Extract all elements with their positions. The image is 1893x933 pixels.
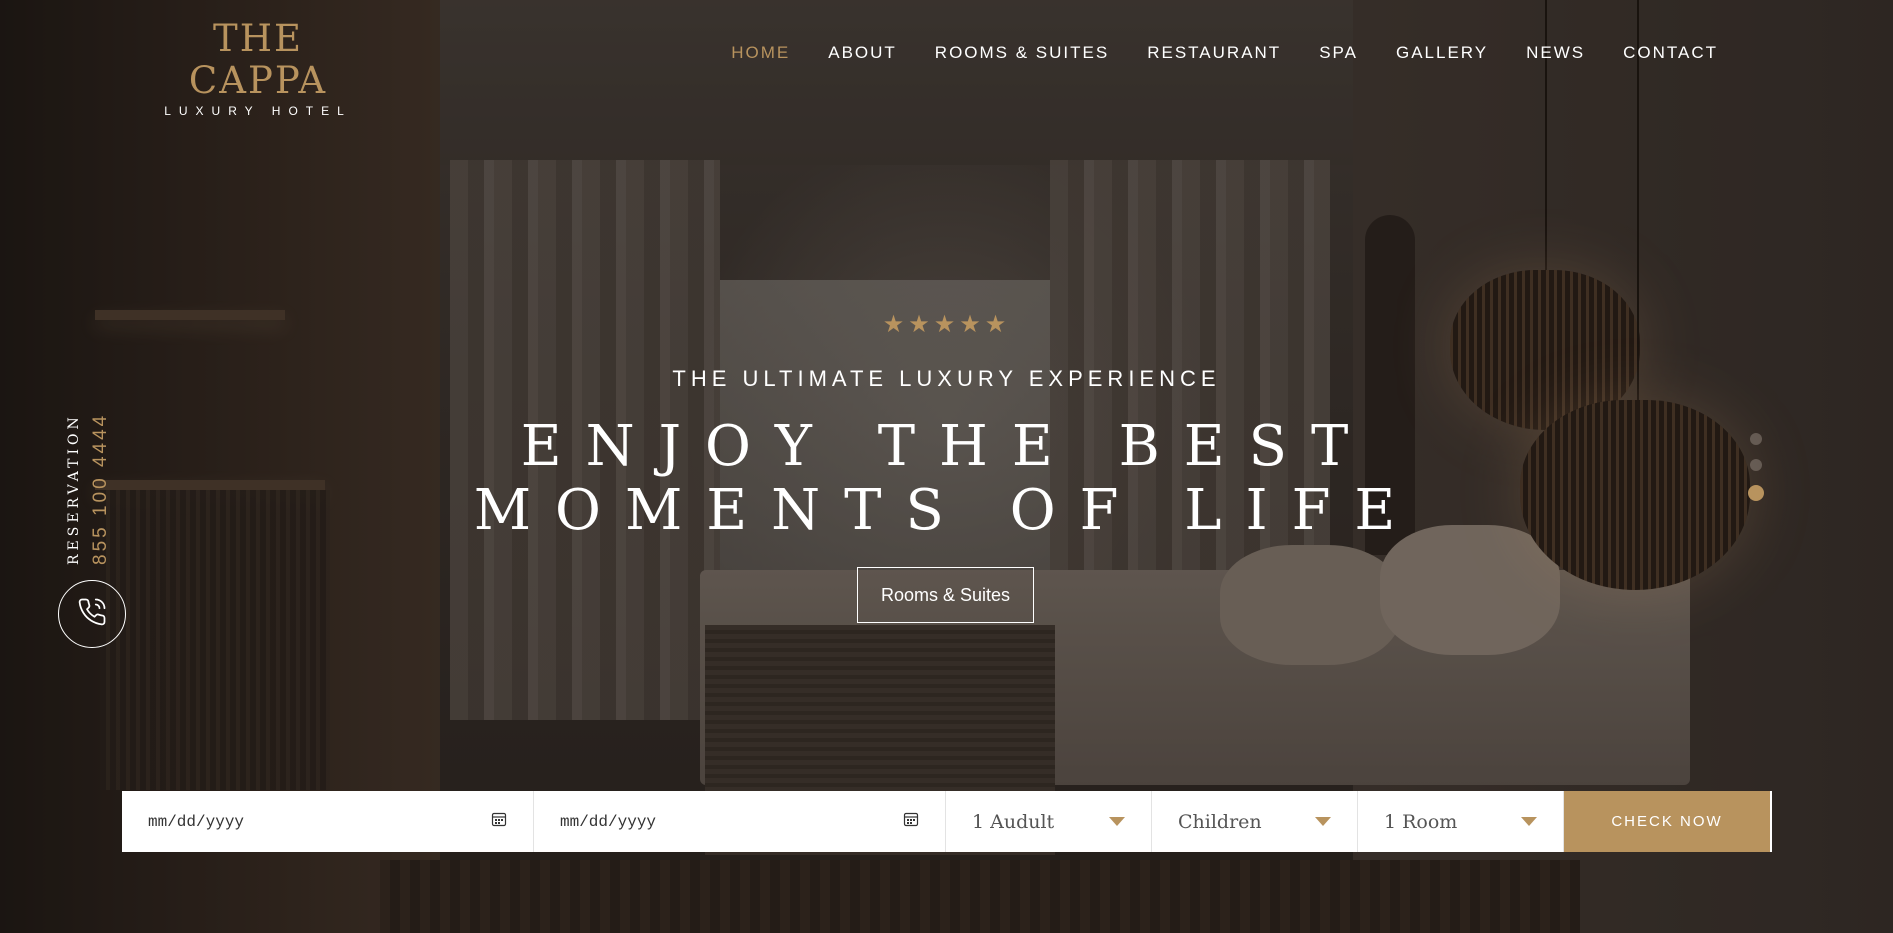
slider-dot-1[interactable] <box>1750 433 1762 445</box>
logo-title: THE CAPPA <box>188 17 328 102</box>
nav-item-home[interactable]: HOME <box>731 43 790 63</box>
main-nav: HOME ABOUT ROOMS & SUITES RESTAURANT SPA… <box>731 43 1718 63</box>
children-select[interactable]: Children <box>1152 791 1358 852</box>
calendar-icon[interactable] <box>491 811 507 832</box>
logo-subtitle: LUXURY HOTEL <box>164 104 352 118</box>
check-out-placeholder: mm/dd/yyyy <box>560 812 657 831</box>
headline-line-1: ENJOY THE BEST <box>520 414 1373 479</box>
booking-form: mm/dd/yyyy mm/dd/yyyy 1 Audult Children … <box>122 791 1772 852</box>
rooms-suites-button[interactable]: Rooms & Suites <box>857 567 1034 623</box>
slider-dots <box>1748 433 1764 501</box>
slider-dot-2[interactable] <box>1750 459 1762 471</box>
check-in-date-field[interactable]: mm/dd/yyyy <box>122 791 534 852</box>
star-rating: ★★★★★ <box>882 311 1011 338</box>
hero-headline: ENJOY THE BEST MOMENTS OF LIFE <box>0 415 1893 543</box>
nav-item-gallery[interactable]: GALLERY <box>1396 43 1488 63</box>
adults-select[interactable]: 1 Audult <box>946 791 1152 852</box>
chevron-down-icon <box>1521 817 1537 826</box>
chevron-down-icon <box>1315 817 1331 826</box>
logo[interactable]: THE CAPPA LUXURY HOTEL <box>138 17 378 119</box>
children-value: Children <box>1178 810 1262 833</box>
nav-item-news[interactable]: NEWS <box>1526 43 1585 63</box>
headline-line-2: MOMENTS OF LIFE <box>473 478 1420 543</box>
nav-item-contact[interactable]: CONTACT <box>1623 43 1718 63</box>
nav-item-spa[interactable]: SPA <box>1319 43 1358 63</box>
rooms-value: 1 Room <box>1384 810 1458 833</box>
chevron-down-icon <box>1109 817 1125 826</box>
check-out-date-field[interactable]: mm/dd/yyyy <box>534 791 946 852</box>
nav-item-rooms-suites[interactable]: ROOMS & SUITES <box>935 43 1109 63</box>
nav-item-restaurant[interactable]: RESTAURANT <box>1147 43 1281 63</box>
nav-item-about[interactable]: ABOUT <box>828 43 897 63</box>
call-button[interactable] <box>58 580 126 648</box>
check-in-placeholder: mm/dd/yyyy <box>148 812 245 831</box>
hero-tagline: THE ULTIMATE LUXURY EXPERIENCE <box>672 366 1221 391</box>
slider-dot-3[interactable] <box>1748 485 1764 501</box>
phone-icon <box>77 597 107 632</box>
check-now-button[interactable]: CHECK NOW <box>1564 791 1770 852</box>
adults-value: 1 Audult <box>972 810 1055 833</box>
calendar-icon[interactable] <box>903 811 919 832</box>
rooms-select[interactable]: 1 Room <box>1358 791 1564 852</box>
